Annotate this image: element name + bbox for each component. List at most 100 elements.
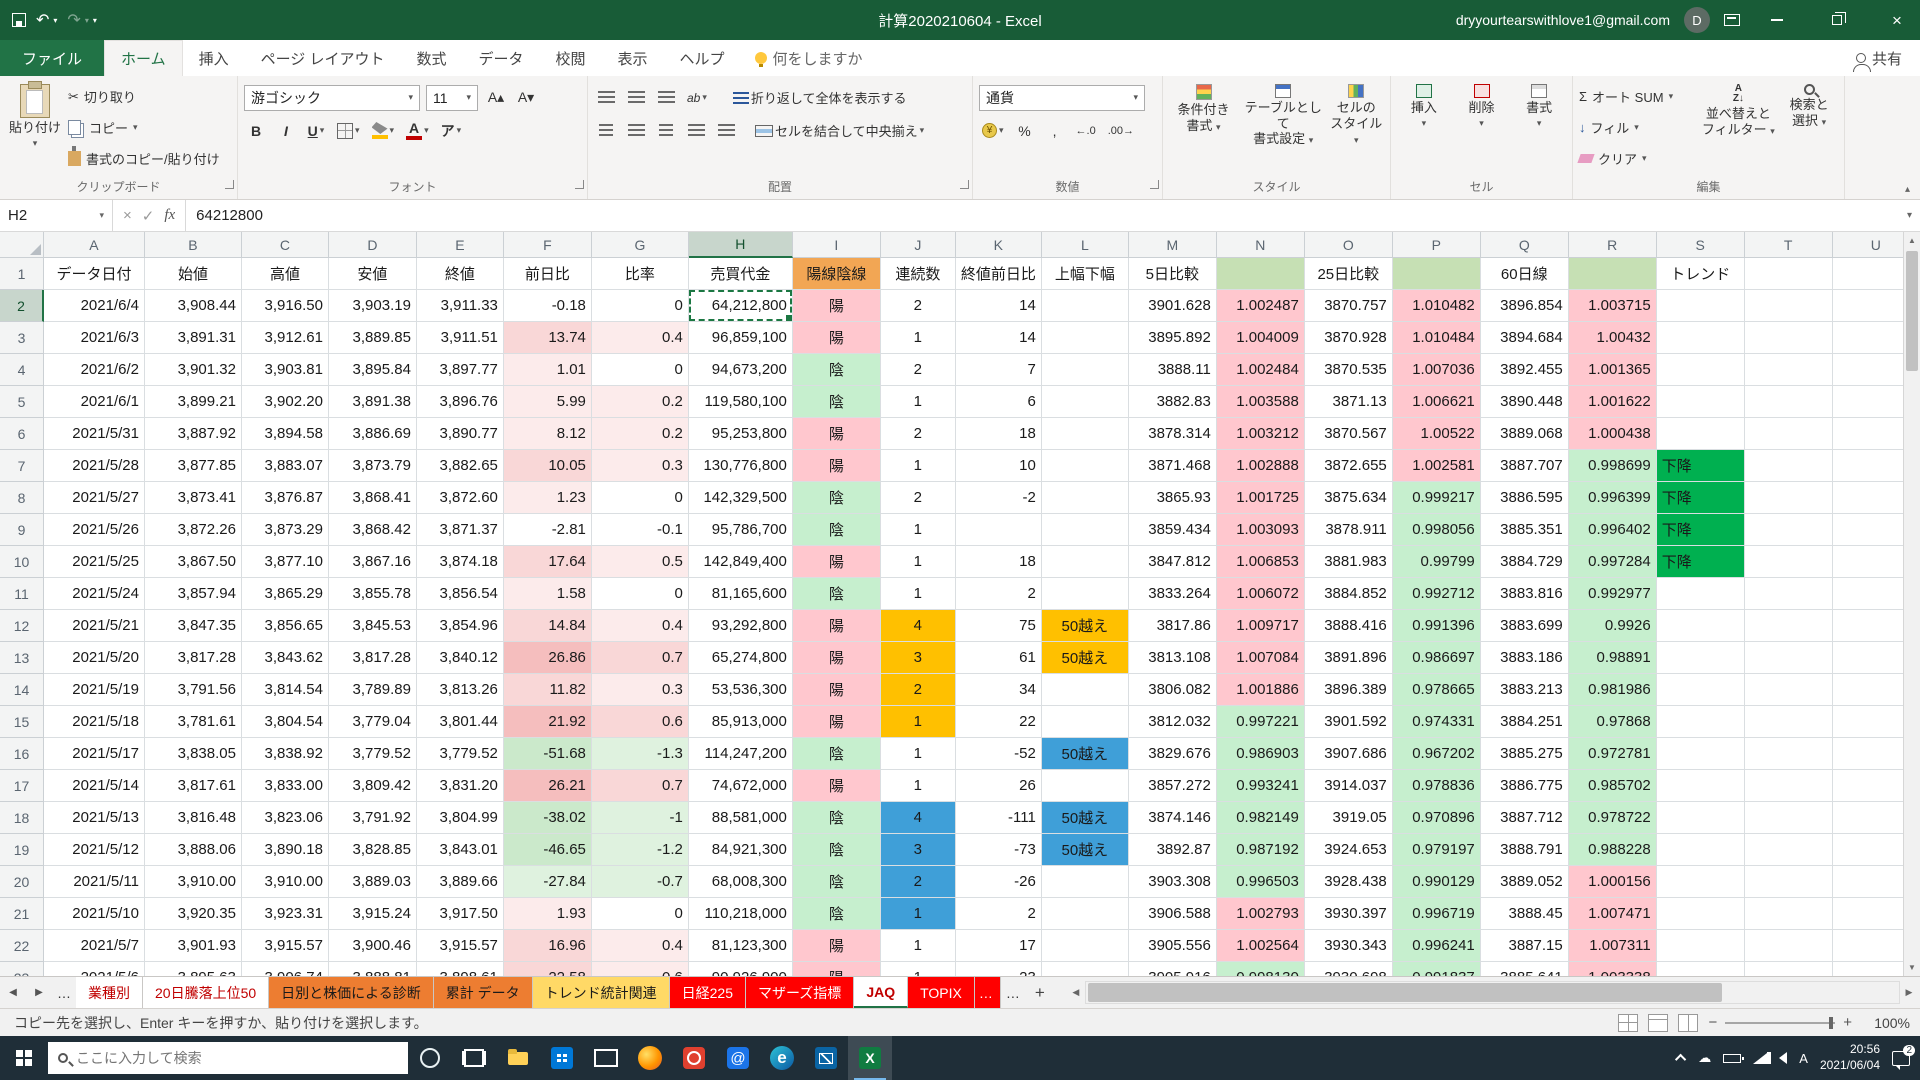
cell-B9[interactable]: 3,872.26 [145, 514, 242, 546]
cell-G22[interactable]: 0.4 [592, 930, 689, 962]
dialog-launcher-icon[interactable] [960, 180, 969, 189]
cell-J20[interactable]: 2 [881, 866, 956, 898]
cell-T9[interactable] [1745, 514, 1833, 546]
cell-J11[interactable]: 1 [881, 578, 956, 610]
cell-T20[interactable] [1745, 866, 1833, 898]
cell-A4[interactable]: 2021/6/2 [44, 354, 145, 386]
cell-S4[interactable] [1657, 354, 1745, 386]
cell-N14[interactable]: 1.001886 [1217, 674, 1305, 706]
cell-I9[interactable]: 陰 [793, 514, 881, 546]
cell-F11[interactable]: 1.58 [504, 578, 592, 610]
cell-D21[interactable]: 3,915.24 [329, 898, 417, 930]
cell-K10[interactable]: 18 [956, 546, 1042, 578]
percent-style-button[interactable]: % [1013, 118, 1037, 144]
cell-I15[interactable]: 陽 [793, 706, 881, 738]
cell-T16[interactable] [1745, 738, 1833, 770]
cell-J23[interactable]: 1 [881, 962, 956, 976]
cell-E10[interactable]: 3,874.18 [417, 546, 504, 578]
cell-G19[interactable]: -1.2 [592, 834, 689, 866]
cell-L6[interactable] [1042, 418, 1129, 450]
edge-taskbar-icon[interactable] [760, 1036, 804, 1080]
row-header-2[interactable]: 2 [0, 290, 44, 322]
zoom-in-icon[interactable]: + [1843, 1014, 1852, 1031]
cell-K12[interactable]: 75 [956, 610, 1042, 642]
sheet-nav-right-icon[interactable]: ▶ [26, 977, 52, 1008]
cell-N8[interactable]: 1.001725 [1217, 482, 1305, 514]
cell-M20[interactable]: 3903.308 [1129, 866, 1217, 898]
cell-O20[interactable]: 3928.438 [1305, 866, 1393, 898]
cell-I10[interactable]: 陽 [793, 546, 881, 578]
cell-I13[interactable]: 陽 [793, 642, 881, 674]
cell-B2[interactable]: 3,908.44 [145, 290, 242, 322]
insert-function-icon[interactable]: fx [164, 207, 175, 224]
column-header-K[interactable]: K [956, 232, 1042, 258]
cell-E3[interactable]: 3,911.51 [417, 322, 504, 354]
zoom-level[interactable]: 100% [1862, 1015, 1910, 1031]
cell-R2[interactable]: 1.003715 [1569, 290, 1657, 322]
cell-O9[interactable]: 3878.911 [1305, 514, 1393, 546]
cell-F23[interactable]: 22.58 [504, 962, 592, 976]
cell-N7[interactable]: 1.002888 [1217, 450, 1305, 482]
ime-mode-indicator[interactable]: A [1799, 1051, 1808, 1066]
cell-P23[interactable]: 0.991837 [1393, 962, 1481, 976]
cell-L14[interactable] [1042, 674, 1129, 706]
cell-L16[interactable]: 50越え [1042, 738, 1129, 770]
cell-P12[interactable]: 0.991396 [1393, 610, 1481, 642]
tab-home[interactable]: ホーム [104, 40, 183, 76]
cell-N2[interactable]: 1.002487 [1217, 290, 1305, 322]
cell-B8[interactable]: 3,873.41 [145, 482, 242, 514]
cell-K9[interactable] [956, 514, 1042, 546]
cell-O13[interactable]: 3891.896 [1305, 642, 1393, 674]
cell-F17[interactable]: 26.21 [504, 770, 592, 802]
cell-Q14[interactable]: 3883.213 [1481, 674, 1569, 706]
comma-style-button[interactable]: , [1043, 118, 1067, 144]
cell-K17[interactable]: 26 [956, 770, 1042, 802]
file-explorer-taskbar-icon[interactable] [496, 1036, 540, 1080]
row-header-15[interactable]: 15 [0, 706, 44, 738]
cell-O19[interactable]: 3924.653 [1305, 834, 1393, 866]
redo-dropdown-icon[interactable]: ▾ [85, 16, 89, 25]
cell-H22[interactable]: 81,123,300 [689, 930, 793, 962]
cell-G23[interactable]: 0.6 [592, 962, 689, 976]
cell-Q19[interactable]: 3888.791 [1481, 834, 1569, 866]
cell-A9[interactable]: 2021/5/26 [44, 514, 145, 546]
undo-dropdown-icon[interactable]: ▾ [53, 16, 57, 25]
italic-button[interactable]: I [274, 118, 298, 144]
cell-H8[interactable]: 142,329,500 [689, 482, 793, 514]
cell-Q6[interactable]: 3889.068 [1481, 418, 1569, 450]
sort-filter-button[interactable]: AZ↓ 並べ替えとフィルター ▾ [1701, 81, 1777, 178]
cell-P17[interactable]: 0.978836 [1393, 770, 1481, 802]
cell-L15[interactable] [1042, 706, 1129, 738]
cell-P14[interactable]: 0.978665 [1393, 674, 1481, 706]
cell-E2[interactable]: 3,911.33 [417, 290, 504, 322]
cell-T6[interactable] [1745, 418, 1833, 450]
cell-F9[interactable]: -2.81 [504, 514, 592, 546]
cell-D22[interactable]: 3,900.46 [329, 930, 417, 962]
cell-A7[interactable]: 2021/5/28 [44, 450, 145, 482]
cell-M21[interactable]: 3906.588 [1129, 898, 1217, 930]
cell-T3[interactable] [1745, 322, 1833, 354]
cell-R9[interactable]: 0.996402 [1569, 514, 1657, 546]
cell-T17[interactable] [1745, 770, 1833, 802]
align-bottom-button[interactable] [654, 85, 678, 111]
row-header-13[interactable]: 13 [0, 642, 44, 674]
cell-R10[interactable]: 0.997284 [1569, 546, 1657, 578]
cell-E1[interactable]: 終値 [417, 258, 504, 290]
cell-R3[interactable]: 1.00432 [1569, 322, 1657, 354]
cell-G5[interactable]: 0.2 [592, 386, 689, 418]
font-name-combo[interactable]: 游ゴシック▾ [244, 85, 420, 111]
cell-N23[interactable]: 0.998130 [1217, 962, 1305, 976]
cell-C5[interactable]: 3,902.20 [242, 386, 329, 418]
cell-T7[interactable] [1745, 450, 1833, 482]
cell-M1[interactable]: 5日比較 [1129, 258, 1217, 290]
cell-R11[interactable]: 0.992977 [1569, 578, 1657, 610]
cell-B12[interactable]: 3,847.35 [145, 610, 242, 642]
column-header-A[interactable]: A [44, 232, 145, 258]
sheet-tab-JAQ[interactable]: JAQ [854, 977, 908, 1008]
shrink-font-button[interactable]: A▾ [514, 85, 538, 111]
cell-C17[interactable]: 3,833.00 [242, 770, 329, 802]
cell-C11[interactable]: 3,865.29 [242, 578, 329, 610]
cell-E14[interactable]: 3,813.26 [417, 674, 504, 706]
cell-B5[interactable]: 3,899.21 [145, 386, 242, 418]
cell-Q12[interactable]: 3883.699 [1481, 610, 1569, 642]
